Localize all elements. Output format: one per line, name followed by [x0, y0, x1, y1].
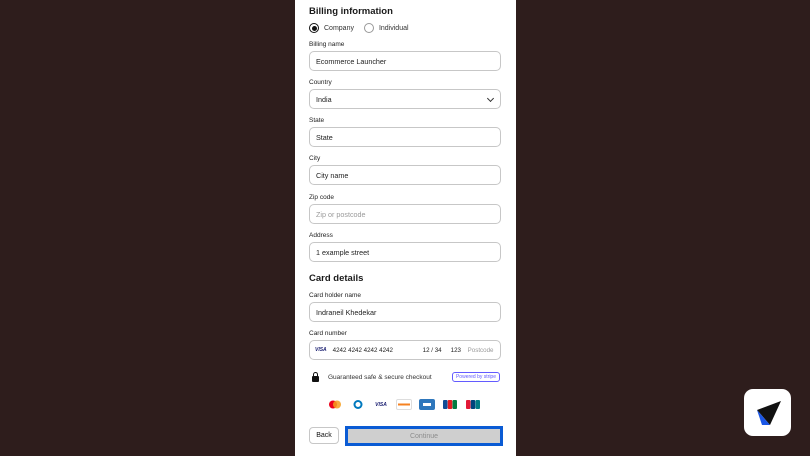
- card-expiry-value[interactable]: 12 / 34: [423, 347, 451, 354]
- state-label: State: [309, 117, 325, 124]
- card-cvc-value[interactable]: 123: [451, 347, 468, 354]
- radio-company-label: Company: [324, 24, 354, 32]
- secure-checkout-text: Guaranteed safe & secure checkout: [328, 373, 432, 381]
- radio-individual-label: Individual: [378, 24, 409, 32]
- billing-name-label: Billing name: [309, 41, 345, 48]
- card-number-value: 4242 4242 4242 4242: [332, 346, 393, 354]
- secure-checkout-row: Guaranteed safe & secure checkout Powere…: [312, 370, 500, 384]
- visa-icon: VISA: [315, 347, 327, 353]
- visa-icon: VISA: [375, 401, 387, 408]
- city-label: City: [309, 155, 321, 162]
- jcb-icon: [442, 399, 458, 410]
- state-input[interactable]: State: [309, 127, 501, 147]
- billing-form-panel: Billing information Company Individual B…: [295, 0, 516, 456]
- card-number-label: Card number: [309, 330, 347, 337]
- app-logo: [744, 389, 791, 436]
- country-value: India: [316, 94, 332, 104]
- radio-individual[interactable]: [363, 23, 374, 33]
- powered-by-stripe-badge: Powered by stripe: [451, 372, 500, 382]
- zip-input[interactable]: Zip or postcode: [309, 204, 501, 224]
- card-postcode-input[interactable]: Postcode: [468, 347, 494, 354]
- payment-brands: VISA: [327, 399, 481, 410]
- lock-icon: [312, 371, 319, 382]
- card-holder-input[interactable]: Indraneil Khedekar: [309, 302, 501, 322]
- billing-information-title: Billing information: [309, 6, 393, 17]
- card-details-title: Card details: [309, 273, 364, 284]
- discover-icon: [396, 399, 412, 410]
- country-select[interactable]: India: [309, 89, 501, 109]
- radio-company[interactable]: [309, 23, 319, 33]
- entity-type-radio-group: Company Individual: [309, 23, 409, 33]
- unionpay-icon: [465, 399, 481, 410]
- mastercard-icon: [327, 399, 343, 410]
- back-button[interactable]: Back: [309, 427, 339, 444]
- amex-icon: [419, 399, 435, 410]
- continue-highlight: Continue: [345, 426, 503, 446]
- logo-icon: [756, 400, 781, 425]
- address-input[interactable]: 1 example street: [309, 242, 501, 262]
- card-holder-label: Card holder name: [309, 292, 362, 299]
- city-input[interactable]: City name: [309, 165, 501, 185]
- address-label: Address: [309, 232, 333, 239]
- card-number-input[interactable]: VISA 4242 4242 4242 4242 12 / 34 123 Pos…: [309, 340, 501, 360]
- zip-label: Zip code: [309, 194, 334, 201]
- continue-button[interactable]: Continue: [348, 429, 500, 443]
- billing-name-input[interactable]: Ecommerce Launcher: [309, 51, 501, 71]
- diners-club-icon: [350, 399, 366, 410]
- chevron-down-icon: [486, 94, 495, 103]
- country-label: Country: [309, 79, 332, 86]
